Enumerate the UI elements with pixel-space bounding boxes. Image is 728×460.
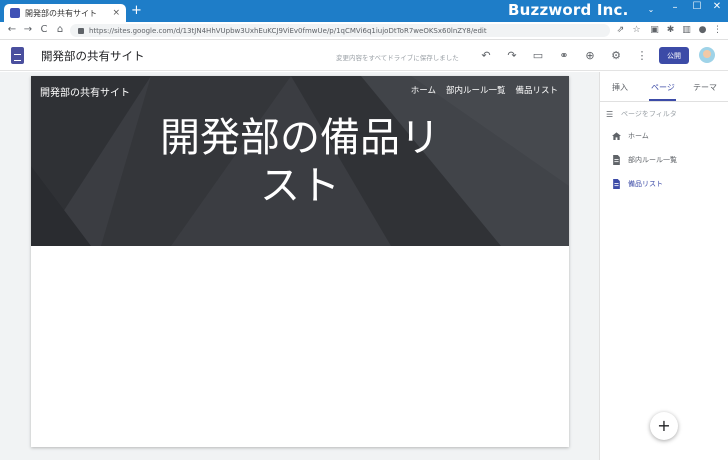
puzzle-icon[interactable]: ✱	[664, 24, 677, 37]
filter-icon: ☰	[606, 109, 614, 119]
sites-favicon-icon	[10, 8, 20, 18]
sites-appbar: 開発部の共有サイト 変更内容をすべてドライブに保存しました ↶ ↷ ▭ ⚭ ⊕ …	[0, 41, 728, 71]
add-page-button[interactable]: +	[650, 412, 678, 440]
list-item[interactable]: ホーム	[600, 124, 728, 148]
editor-canvas: 開発部の共有サイト ホーム 部内ルール一覧 備品リスト 開発部の備品リスト	[0, 72, 599, 460]
reload-button[interactable]: C	[37, 23, 51, 37]
lock-icon	[78, 27, 84, 34]
page-icon	[613, 179, 620, 189]
document-title[interactable]: 開発部の共有サイト	[41, 48, 145, 64]
url-text: https://sites.google.com/d/13tJN4HhVUpbw…	[89, 26, 487, 35]
publish-button[interactable]: 公開	[659, 47, 689, 64]
more-options-icon[interactable]: ⋮	[634, 48, 650, 64]
preview-devices-icon[interactable]: ▭	[530, 48, 546, 64]
bookmark-star-icon[interactable]: ☆	[630, 24, 643, 37]
back-button[interactable]: ←	[5, 23, 19, 37]
tab-themes[interactable]: テーマ	[693, 82, 717, 93]
save-status: 変更内容をすべてドライブに保存しました	[336, 54, 459, 62]
sidepanel-icon[interactable]: ▥	[680, 24, 693, 37]
tab-close-icon[interactable]: ×	[112, 8, 120, 18]
home-button[interactable]: ⌂	[53, 23, 67, 37]
page-list: ホーム 部内ルール一覧 備品リスト	[600, 124, 728, 196]
avatar[interactable]	[699, 47, 715, 63]
tab-title: 開発部の共有サイト	[25, 8, 97, 18]
active-tab-indicator	[649, 99, 676, 101]
browser-toolbar: ← → C ⌂ https://sites.google.com/d/13tJN…	[0, 22, 728, 40]
list-item[interactable]: 備品リスト	[600, 172, 728, 196]
page-icon	[613, 155, 620, 165]
site-navigation: ホーム 部内ルール一覧 備品リスト	[411, 84, 558, 96]
tab-insert[interactable]: 挿入	[612, 82, 628, 93]
browser-titlebar: 開発部の共有サイト × + Buzzword Inc. ⌄ – ☐ ✕	[0, 0, 728, 22]
header-banner[interactable]: 開発部の共有サイト ホーム 部内ルール一覧 備品リスト 開発部の備品リスト	[31, 76, 569, 246]
site-page: 開発部の共有サイト ホーム 部内ルール一覧 備品リスト 開発部の備品リスト	[31, 76, 569, 447]
profile-icon[interactable]: ●	[696, 24, 709, 37]
browser-menu-icon[interactable]: ⋮	[711, 24, 724, 37]
site-name[interactable]: 開発部の共有サイト	[40, 84, 130, 99]
share-icon[interactable]: ⇗	[614, 24, 627, 37]
settings-gear-icon[interactable]: ⚙	[608, 48, 624, 64]
page-title[interactable]: 開発部の備品リスト	[31, 114, 569, 210]
nav-link-home[interactable]: ホーム	[411, 84, 436, 96]
google-sites-logo-icon[interactable]	[11, 47, 24, 64]
minimize-button[interactable]: –	[664, 1, 686, 15]
page-filter[interactable]: ☰ ページをフィルタ	[606, 107, 722, 121]
maximize-button[interactable]: ☐	[686, 0, 708, 14]
side-panel: 挿入 ページ テーマ ☰ ページをフィルタ ホーム 部内ルール一覧 備品リスト …	[599, 72, 728, 460]
browser-tab[interactable]: 開発部の共有サイト ×	[4, 4, 126, 22]
address-bar[interactable]: https://sites.google.com/d/13tJN4HhVUpbw…	[70, 24, 610, 37]
nav-link-rules[interactable]: 部内ルール一覧	[446, 84, 506, 96]
share-with-others-icon[interactable]: ⊕	[582, 48, 598, 64]
close-window-button[interactable]: ✕	[706, 0, 728, 14]
extension-icon[interactable]: ▣	[648, 24, 661, 37]
redo-icon[interactable]: ↷	[504, 48, 520, 64]
undo-icon[interactable]: ↶	[478, 48, 494, 64]
tab-search-icon[interactable]: ⌄	[640, 3, 662, 17]
home-icon	[612, 132, 621, 141]
page-item-label: 備品リスト	[628, 180, 663, 188]
list-item[interactable]: 部内ルール一覧	[600, 148, 728, 172]
page-item-label: 部内ルール一覧	[628, 156, 677, 164]
page-item-label: ホーム	[628, 132, 649, 140]
forward-button[interactable]: →	[21, 23, 35, 37]
tab-pages[interactable]: ページ	[651, 82, 675, 93]
link-icon[interactable]: ⚭	[556, 48, 572, 64]
nav-link-equipment[interactable]: 備品リスト	[515, 84, 558, 96]
panel-tabs: 挿入 ページ テーマ	[600, 72, 728, 102]
new-tab-button[interactable]: +	[131, 4, 142, 18]
filter-input[interactable]: ページをフィルタ	[621, 109, 677, 119]
watermark: Buzzword Inc.	[508, 1, 629, 19]
